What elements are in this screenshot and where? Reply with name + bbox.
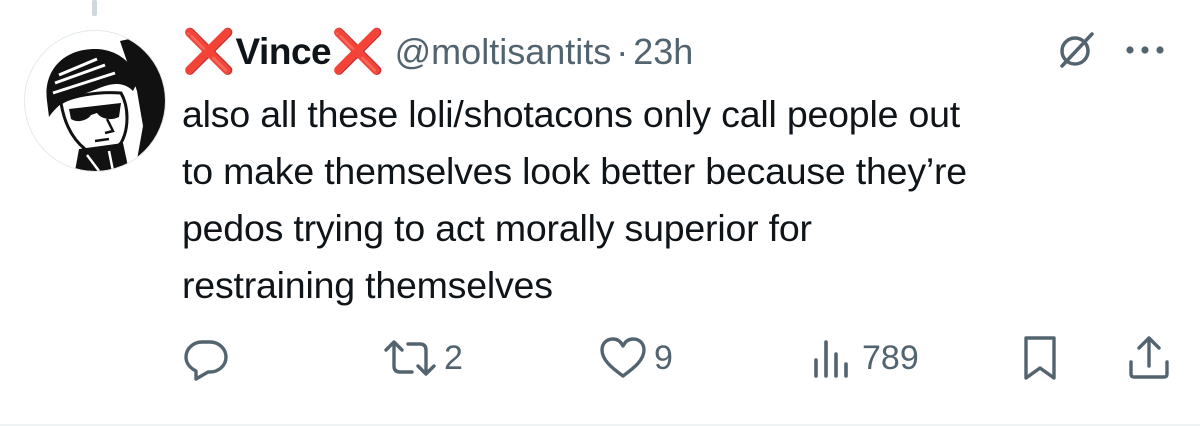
more-options-icon[interactable]	[1122, 40, 1168, 60]
avatar[interactable]	[24, 30, 166, 172]
tweet-text-line: pedos trying to act morally superior for	[182, 207, 812, 249]
reply-button[interactable]	[182, 330, 230, 386]
retweet-button[interactable]: 2	[382, 330, 463, 386]
share-button[interactable]	[1126, 330, 1172, 386]
tweet-timestamp[interactable]: 23h	[633, 31, 693, 73]
bookmark-icon	[1024, 336, 1056, 380]
retweet-icon	[384, 340, 436, 376]
bookmark-button[interactable]	[1018, 330, 1062, 386]
retweet-count: 2	[444, 338, 463, 377]
author-display-name[interactable]: Vince	[236, 31, 332, 73]
heart-icon	[600, 337, 646, 378]
grok-icon[interactable]	[1054, 28, 1098, 72]
like-button[interactable]: 9	[598, 330, 673, 386]
reply-icon	[184, 340, 228, 381]
tweet-action-bar: 2 9 789	[182, 330, 1172, 386]
tweet-text-line: to make themselves look better because t…	[182, 150, 967, 192]
header-separator: ·	[616, 31, 629, 72]
tweet-header: ❌ Vince ❌ @moltisantits · 23h	[182, 24, 693, 80]
views-count: 789	[862, 338, 919, 377]
tweet-text-line: restraining themselves	[182, 264, 553, 306]
views-icon	[814, 340, 848, 378]
author-handle[interactable]: @moltisantits	[395, 31, 612, 73]
share-icon	[1129, 336, 1169, 379]
avatar-image	[25, 31, 165, 171]
red-x-emoji-right: ❌	[331, 27, 385, 76]
views-button[interactable]: 789	[810, 330, 919, 386]
red-x-emoji-left: ❌	[182, 27, 236, 76]
thread-connector-line	[92, 0, 97, 16]
tweet-text: also all these loli/shotacons only call …	[182, 86, 1172, 314]
tweet-text-line: also all these loli/shotacons only call …	[182, 93, 960, 135]
like-count: 9	[654, 338, 673, 377]
